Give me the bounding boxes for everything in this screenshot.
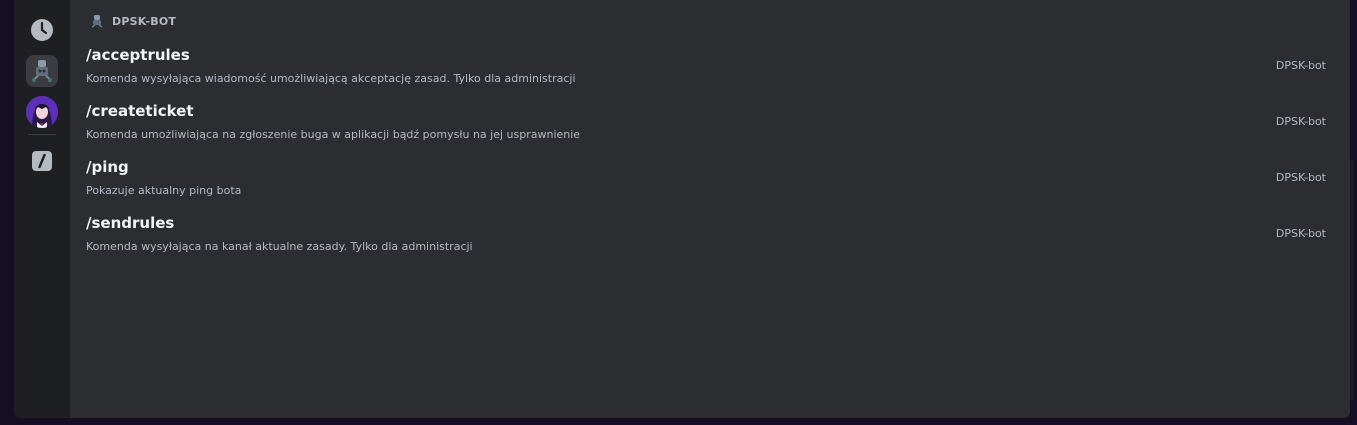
builtin-commands-button[interactable] [26, 145, 58, 177]
command-picker-panel: DPSK-BOT /acceptrules Komenda wysyłająca… [14, 0, 1350, 418]
command-name: /ping [86, 158, 129, 176]
command-app-name: DPSK-bot [1275, 115, 1326, 128]
command-item[interactable]: /ping Pokazuje aktualny ping bota DPSK-b… [86, 158, 1334, 206]
command-name: /sendrules [86, 214, 175, 232]
command-app-name: DPSK-bot [1275, 59, 1326, 72]
clock-icon [31, 19, 53, 41]
recent-commands-button[interactable] [26, 14, 58, 46]
bot-app-button[interactable] [26, 55, 58, 87]
rail-divider [28, 134, 56, 135]
command-description: Komenda wysyłająca na kanał aktualne zas… [86, 240, 473, 253]
bot-avatar-icon [32, 60, 52, 82]
section-header: DPSK-BOT [90, 14, 176, 28]
bot-small-icon [91, 15, 103, 28]
command-description: Komenda wysyłająca wiadomość umożliwiają… [86, 72, 576, 85]
command-item[interactable]: /sendrules Komenda wysyłająca na kanał a… [86, 214, 1334, 262]
app-rail [14, 0, 70, 418]
command-description: Komenda umożliwiająca na zgłoszenie buga… [86, 128, 581, 141]
user-app-button[interactable] [26, 96, 58, 128]
command-item[interactable]: /createticket Komenda umożliwiająca na z… [86, 102, 1334, 150]
command-list: DPSK-BOT /acceptrules Komenda wysyłająca… [70, 0, 1350, 418]
command-app-name: DPSK-bot [1275, 227, 1326, 240]
command-item[interactable]: /acceptrules Komenda wysyłająca wiadomoś… [86, 46, 1334, 94]
command-name: /createticket [86, 102, 194, 120]
command-description: Pokazuje aktualny ping bota [86, 184, 242, 197]
command-name: /acceptrules [86, 46, 190, 64]
section-title: DPSK-BOT [112, 14, 177, 28]
scrollbar[interactable] [1350, 160, 1354, 400]
user-avatar-icon [26, 96, 58, 128]
slash-command-icon [32, 151, 52, 171]
command-app-name: DPSK-bot [1275, 171, 1326, 184]
